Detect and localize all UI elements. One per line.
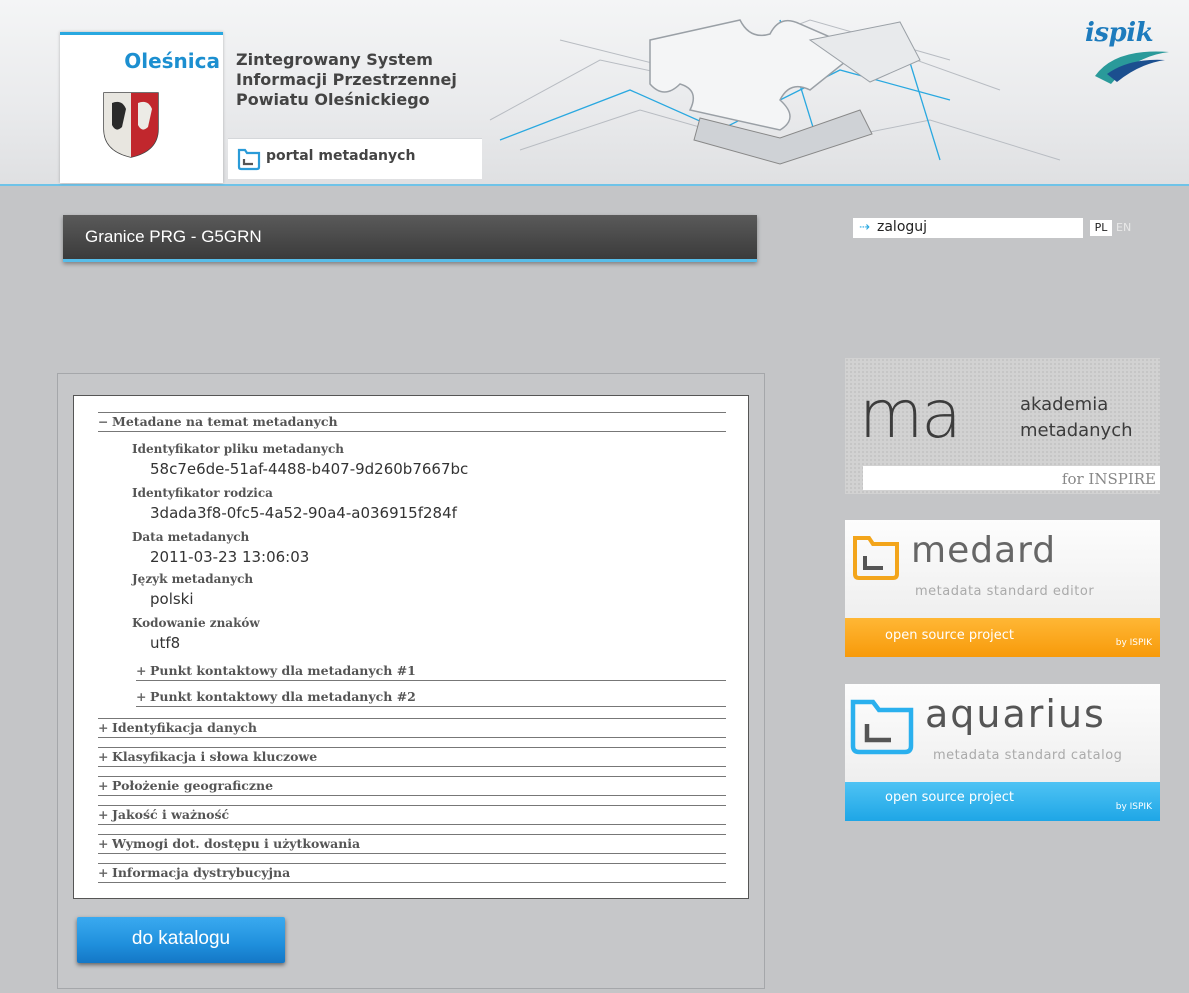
medard-name: medard — [911, 530, 1057, 571]
field-value-metadata-date: 2011-03-23 13:06:03 — [150, 548, 310, 566]
medard-banner[interactable]: medard metadata standard editor open sou… — [845, 520, 1160, 657]
section-title: Identyfikacja danych — [112, 720, 257, 735]
portal-link[interactable]: portal metadanych — [228, 138, 482, 179]
metadata-tree: − Metadane na temat metadanych Identyfika… — [73, 395, 749, 899]
medard-folder-icon — [853, 536, 899, 580]
akademia-metadanych-banner[interactable]: ma akademia metadanych for INSPIRE — [845, 358, 1160, 494]
puzzle-map-illustration — [489, 19, 1061, 165]
ma-subtitle: for INSPIRE — [1061, 470, 1156, 488]
section-quality-validity[interactable]: + Jakość i ważność — [98, 805, 726, 825]
section-title: Jakość i ważność — [112, 807, 230, 822]
section-distribution-info[interactable]: + Informacja dystrybucyjna — [98, 863, 726, 883]
field-value-file-identifier: 58c7e6de-51af-4488-b407-9d260b7667bc — [150, 460, 469, 478]
collapse-icon: − — [98, 414, 109, 429]
section-classification-keywords[interactable]: + Klasyfikacja i słowa kluczowe — [98, 747, 726, 767]
field-label-metadata-language: Język metadanych — [132, 572, 254, 586]
login-link[interactable]: ⇢ zaloguj — [853, 218, 1083, 238]
aquarius-strip: open source project by ISPIK — [845, 782, 1160, 821]
section-access-use-requirements[interactable]: + Wymogi dot. dostępu i użytkowania — [98, 834, 726, 854]
aquarius-by: by ISPIK — [1115, 802, 1152, 812]
field-label-parent-identifier: Identyfikator rodzica — [132, 486, 273, 500]
subsection-title: Punkt kontaktowy dla metadanych #2 — [150, 689, 416, 704]
field-value-character-encoding: utf8 — [150, 634, 181, 652]
back-to-catalog-button[interactable]: do katalogu — [77, 917, 285, 963]
language-en[interactable]: EN — [1116, 220, 1131, 236]
medard-by: by ISPIK — [1115, 638, 1152, 648]
login-arrow-icon: ⇢ — [859, 220, 870, 235]
expand-icon: + — [98, 720, 109, 735]
city-name: Oleśnica — [124, 49, 220, 73]
page-title-bar: Granice PRG - G5GRN — [63, 215, 757, 262]
aquarius-banner[interactable]: aquarius metadata standard catalog open … — [845, 684, 1160, 821]
expand-icon: + — [136, 689, 147, 704]
ispik-logo[interactable]: ispik — [1085, 18, 1175, 88]
field-label-character-encoding: Kodowanie znaków — [132, 616, 260, 630]
site-header: Oleśnica Zintegrowany System Informacji … — [0, 0, 1189, 186]
expand-icon: + — [98, 865, 109, 880]
expand-icon: + — [98, 836, 109, 851]
title-line-1: Zintegrowany System — [236, 50, 433, 69]
title-line-3: Powiatu Oleśnickiego — [236, 90, 430, 109]
folder-icon — [237, 148, 261, 171]
section-geographic-location[interactable]: + Położenie geograficzne — [98, 776, 726, 796]
portal-label: portal metadanych — [266, 148, 416, 164]
field-value-parent-identifier: 3dada3f8-0fc5-4a52-90a4-a036915f284f — [150, 504, 457, 522]
section-title: Klasyfikacja i słowa kluczowe — [112, 749, 318, 764]
ma-logo: ma — [859, 376, 962, 453]
login-label: zaloguj — [877, 219, 928, 235]
ma-strip: for INSPIRE — [863, 466, 1160, 490]
expand-icon: + — [98, 749, 109, 764]
expand-icon: + — [98, 778, 109, 793]
coat-of-arms-icon — [103, 92, 159, 158]
expand-icon: + — [98, 807, 109, 822]
subsection-title: Punkt kontaktowy dla metadanych #1 — [150, 663, 416, 678]
aquarius-open-source: open source project — [885, 790, 1014, 805]
field-value-metadata-language: polski — [150, 590, 194, 608]
site-title: Zintegrowany System Informacji Przestrze… — [236, 50, 457, 110]
section-metadata-about-metadata[interactable]: − Metadane na temat metadanych — [98, 412, 726, 432]
medard-open-source: open source project — [885, 628, 1014, 643]
aquarius-folder-icon — [850, 699, 914, 755]
section-title: Położenie geograficzne — [112, 778, 274, 793]
section-title: Metadane na temat metadanych — [112, 414, 338, 429]
swoosh-icon — [1095, 51, 1169, 84]
section-title: Wymogi dot. dostępu i użytkowania — [112, 836, 361, 851]
subsection-contact-point-1[interactable]: + Punkt kontaktowy dla metadanych #1 — [136, 662, 726, 681]
aquarius-name: aquarius — [925, 692, 1106, 736]
title-line-2: Informacji Przestrzennej — [236, 70, 457, 89]
ma-line-1: akademia — [1020, 394, 1109, 415]
expand-icon: + — [136, 663, 147, 678]
field-label-metadata-date: Data metadanych — [132, 530, 250, 544]
page-title: Granice PRG - G5GRN — [85, 227, 262, 246]
county-logo[interactable]: Oleśnica — [60, 32, 223, 183]
language-pl[interactable]: PL — [1090, 220, 1112, 236]
aquarius-tagline: metadata standard catalog — [933, 748, 1123, 763]
section-title: Informacja dystrybucyjna — [112, 865, 291, 880]
medard-strip: open source project by ISPIK — [845, 618, 1160, 657]
field-label-file-identifier: Identyfikator pliku metadanych — [132, 442, 345, 456]
section-data-identification[interactable]: + Identyfikacja danych — [98, 718, 726, 738]
ma-line-2: metadanych — [1020, 420, 1133, 441]
medard-tagline: metadata standard editor — [915, 584, 1095, 599]
subsection-contact-point-2[interactable]: + Punkt kontaktowy dla metadanych #2 — [136, 688, 726, 707]
